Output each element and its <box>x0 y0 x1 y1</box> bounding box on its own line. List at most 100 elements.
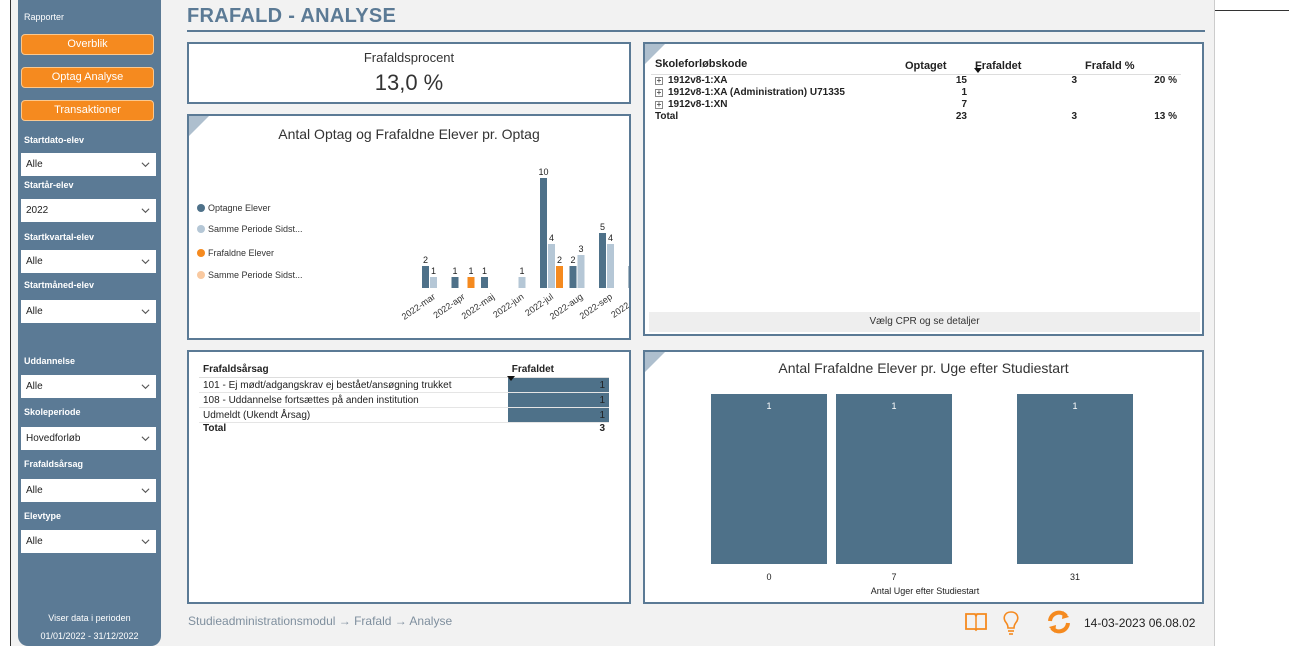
data-label: 1 <box>482 266 487 276</box>
cell: 3 <box>1071 111 1077 122</box>
data-label: 5 <box>600 222 605 232</box>
table-row[interactable]: Udmeldt (Ukendt Årsag) 1 <box>199 407 609 423</box>
chart-bar <box>451 277 459 288</box>
expand-icon[interactable]: + <box>655 101 663 109</box>
skoleforloeb-table: Skoleforløbskode Optaget Frafaldet Frafa… <box>651 54 1181 123</box>
legend-dot <box>197 271 205 279</box>
uddannelse-select[interactable]: Alle <box>21 375 156 398</box>
lightbulb-icon[interactable] <box>1001 610 1021 636</box>
table-row[interactable]: +1912v8-1:XA (Administration) U71335 1 <box>651 87 1181 99</box>
frafaldsaarsag-table-panel[interactable]: Frafaldsårsag Frafaldet 101 - Ej mødt/ad… <box>187 350 631 604</box>
table-total-row: Total 3 <box>199 423 609 435</box>
select-value: 2022 <box>26 205 49 216</box>
detaljer-button[interactable]: Vælg CPR og se detaljer <box>649 312 1200 332</box>
elevtype-select[interactable]: Alle <box>21 530 156 553</box>
x-tick-label: 2022-jun <box>491 291 525 319</box>
legend-item[interactable]: Frafaldne Elever <box>197 248 274 258</box>
frafaldsaarsag-select[interactable]: Alle <box>21 479 156 502</box>
chart-bar <box>548 244 555 288</box>
cell <box>971 87 1081 99</box>
sort-desc-icon[interactable] <box>974 68 982 74</box>
refresh-icon[interactable] <box>1046 610 1072 634</box>
cell: Udmeldt (Ukendt Årsag) <box>203 409 311 421</box>
legend-label: Samme Periode Sidst... <box>208 224 303 234</box>
startdato-select[interactable]: Alle <box>21 153 156 176</box>
cell: Total <box>655 111 679 122</box>
table-header-row: Frafaldsårsag Frafaldet <box>199 362 609 378</box>
cell: 13 % <box>1154 111 1177 122</box>
expand-icon[interactable]: + <box>655 77 663 86</box>
select-value: Alle <box>26 256 43 267</box>
header-frafald-pct[interactable]: Frafald % <box>1081 54 1181 75</box>
page-title: FRAFALD - ANALYSE <box>187 5 397 27</box>
x-tick-label: 0 <box>766 572 771 582</box>
uge-chart-panel[interactable]: Antal Frafaldne Elever pr. Uge efter Stu… <box>643 350 1204 604</box>
breadcrumb: Studieadministrationsmodul → Frafald → A… <box>188 614 453 628</box>
table-row[interactable]: 108 - Uddannelse fortsættes på anden ins… <box>199 392 609 408</box>
table-row[interactable]: +1912v8-1:XA 15 3 20 % <box>651 75 1181 87</box>
legend-item[interactable]: Samme Periode Sidst... <box>197 270 303 280</box>
title-underline <box>187 30 1205 32</box>
legend-label: Samme Periode Sidst... <box>208 270 303 280</box>
chevron-down-icon <box>141 208 150 214</box>
data-label: 4 <box>549 233 554 243</box>
skoleperiode-select[interactable]: Hovedforløb <box>21 427 156 450</box>
startmaaned-select[interactable]: Alle <box>21 300 156 323</box>
chevron-down-icon <box>141 259 150 265</box>
legend-item[interactable]: Samme Periode Sidst... <box>197 224 303 234</box>
data-label: 1 <box>1072 401 1077 411</box>
transaktioner-button[interactable]: Transaktioner <box>21 100 154 121</box>
legend-dot <box>197 249 205 257</box>
chart-bar <box>836 394 952 564</box>
skoleforloeb-table-panel[interactable]: Skoleforløbskode Optaget Frafaldet Frafa… <box>643 42 1204 336</box>
legend-dot <box>197 204 205 212</box>
chart-bar <box>569 266 577 288</box>
kpi-card[interactable]: Frafaldsprocent 13,0 % <box>187 42 631 104</box>
header-frafaldsaarsag[interactable]: Frafaldsårsag <box>199 362 508 378</box>
data-label: 3 <box>578 244 583 254</box>
sidebar: Rapporter Overblik Optag Analyse Transak… <box>18 0 161 646</box>
startkvartal-select[interactable]: Alle <box>21 250 156 273</box>
table-row[interactable]: 101 - Ej mødt/adgangskrav ej bestået/ans… <box>199 377 609 393</box>
book-icon[interactable] <box>964 610 988 632</box>
chart-bar <box>607 244 614 288</box>
chart-bar <box>556 266 563 288</box>
chevron-down-icon <box>141 309 150 315</box>
startaar-select[interactable]: 2022 <box>21 199 156 222</box>
header-frafaldet[interactable]: Frafaldet <box>508 362 609 378</box>
table-row[interactable]: +1912v8-1:XN 7 <box>651 99 1181 111</box>
header-optaget[interactable]: Optaget <box>901 54 971 75</box>
optag-analyse-button[interactable]: Optag Analyse <box>21 67 154 88</box>
chevron-down-icon <box>141 436 150 442</box>
data-label: 1 <box>766 401 771 411</box>
cell: Total <box>203 423 227 435</box>
optag-chart-panel[interactable]: Antal Optag og Frafaldne Elever pr. Opta… <box>187 114 631 340</box>
chart-bar <box>1017 394 1133 564</box>
data-label: 2 <box>570 255 575 265</box>
cell: 1 <box>507 377 609 393</box>
data-label: 1 <box>431 266 436 276</box>
cell <box>1081 87 1181 99</box>
data-label: 2 <box>557 255 562 265</box>
chevron-down-icon <box>141 488 150 494</box>
data-label: 4 <box>608 233 613 243</box>
x-tick-label: 2022-maj <box>460 291 496 321</box>
period-range: 01/01/2022 - 31/12/2022 <box>40 631 139 641</box>
header-skoleforloebskode[interactable]: Skoleforløbskode <box>651 54 901 75</box>
expand-icon[interactable]: + <box>655 89 663 97</box>
uge-bar-chart: 1 0 1 7 1 31 Antal Uger efter Studiestart <box>711 394 1133 596</box>
sort-desc-icon[interactable] <box>507 376 515 382</box>
frafaldsaarsag-table: Frafaldsårsag Frafaldet 101 - Ej mødt/ad… <box>199 362 609 435</box>
select-value: Alle <box>26 306 43 317</box>
filter-label-startmaaned: Startmåned-elev <box>24 280 95 290</box>
filter-label-startaar: Startår-elev <box>24 180 74 190</box>
table-header-row: Skoleforløbskode Optaget Frafaldet Frafa… <box>651 54 1181 75</box>
legend-item[interactable]: Optagne Elever <box>197 203 271 213</box>
cell: 15 <box>955 75 967 87</box>
cell <box>971 99 1081 111</box>
header-frafaldet[interactable]: Frafaldet <box>971 54 1081 75</box>
filter-label-startkvartal: Startkvartal-elev <box>24 232 95 242</box>
x-tick-label: 7 <box>891 572 896 582</box>
overblik-button[interactable]: Overblik <box>21 34 154 55</box>
chart-bar <box>540 178 547 288</box>
